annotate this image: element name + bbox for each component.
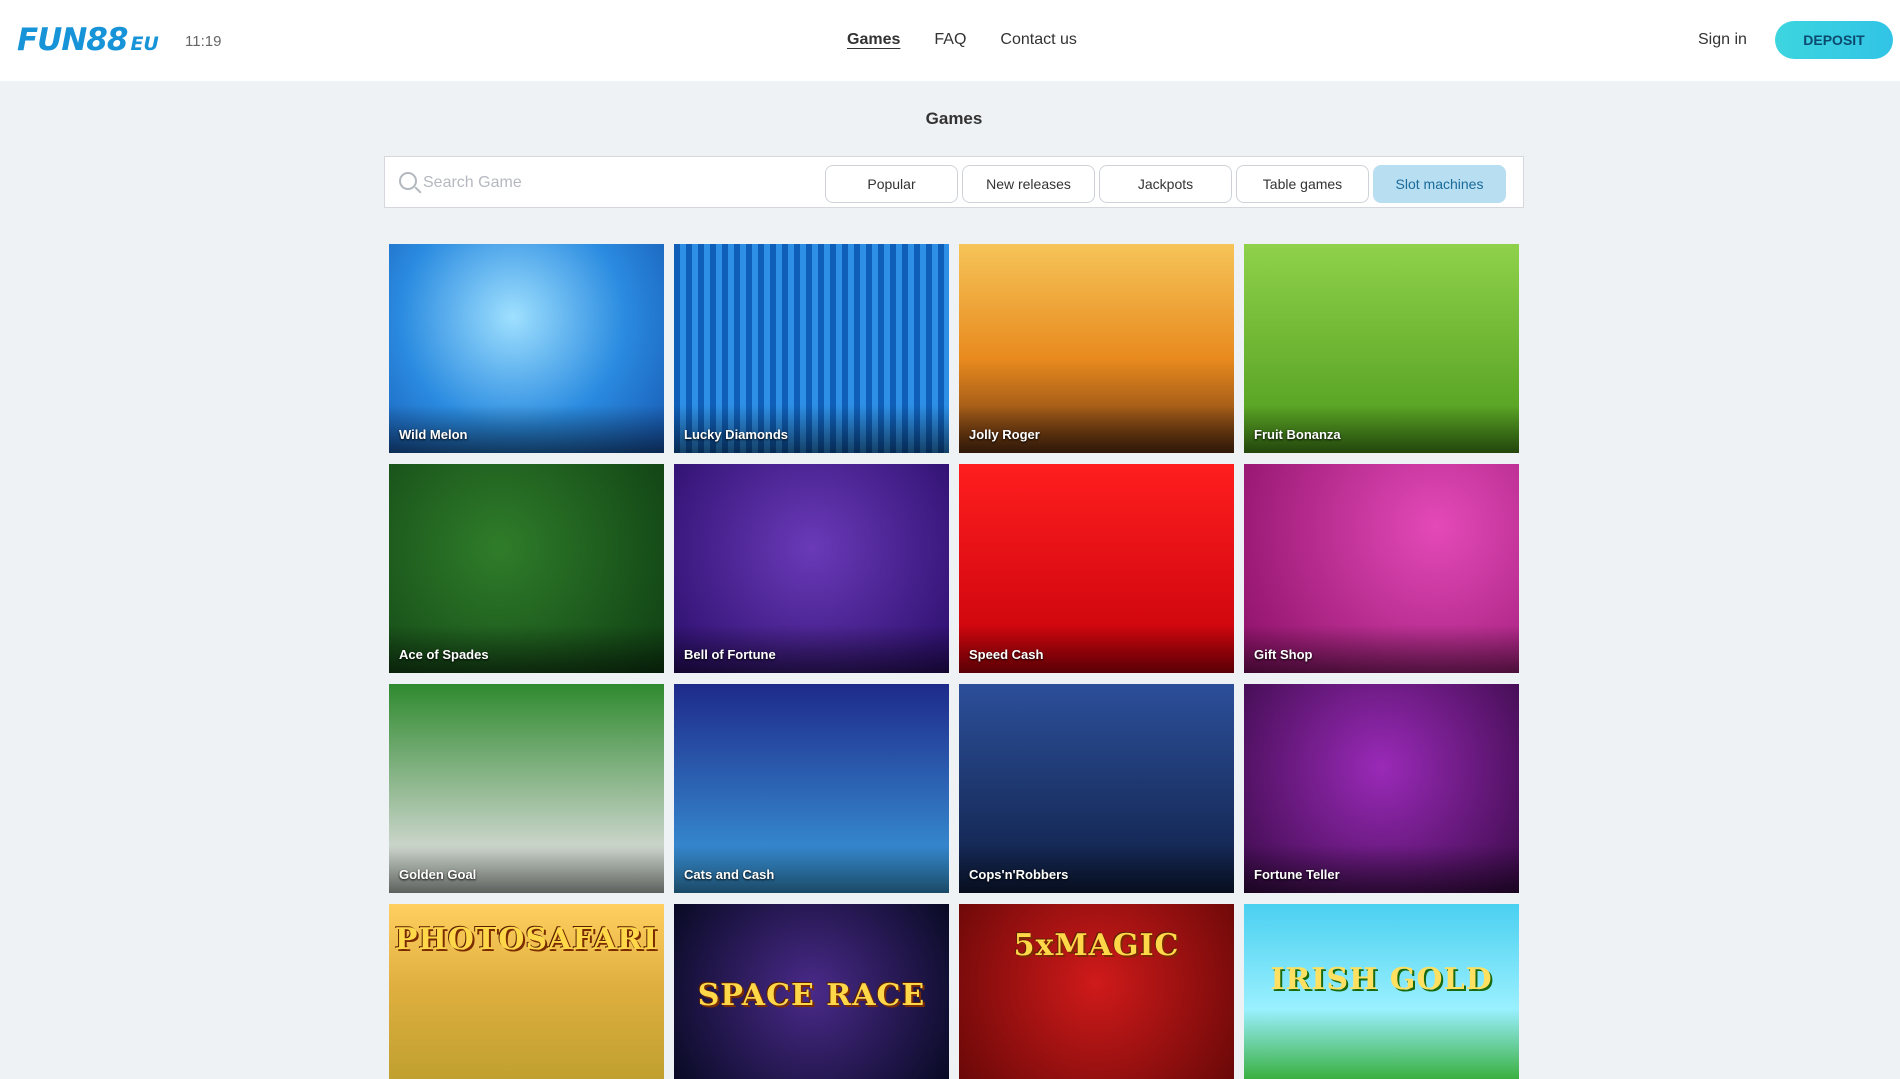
game-logo-text: SPACE RACE [697,978,926,1013]
game-name: Fortune Teller [1254,867,1340,882]
tab-table-games[interactable]: Table games [1236,165,1369,203]
game-name: Fruit Bonanza [1254,427,1341,442]
game-name: Cats and Cash [684,867,775,882]
game-name: Wild Melon [399,427,468,442]
logo-main-text: FUN88 [17,22,128,58]
search-input[interactable] [423,171,803,195]
game-tile-speed-cash[interactable]: Speed Cash [959,464,1234,673]
tab-popular[interactable]: Popular [825,165,958,203]
game-thumbnail: IRISH GOLD [1244,904,1519,1079]
game-tile-photo-safari[interactable]: PHOTOSAFARI [389,904,664,1079]
tab-new-releases[interactable]: New releases [962,165,1095,203]
game-name: Jolly Roger [969,427,1040,442]
clock: 11:19 [185,33,222,50]
game-tile-bell-of-fortune[interactable]: Bell of Fortune [674,464,949,673]
game-logo-text: 5xMAGIC [1013,928,1180,963]
game-name: Speed Cash [969,647,1044,662]
game-name: Golden Goal [399,867,477,882]
game-tile-golden-goal[interactable]: Golden Goal [389,684,664,893]
deposit-button[interactable]: DEPOSIT [1775,21,1893,59]
game-tile-lucky-diamonds[interactable]: Lucky Diamonds [674,244,949,453]
game-tile-gift-shop[interactable]: Gift Shop [1244,464,1519,673]
game-tile-fruit-bonanza[interactable]: Fruit Bonanza [1244,244,1519,453]
game-tile-ace-of-spades[interactable]: Ace of Spades [389,464,664,673]
game-tile-jolly-roger[interactable]: Jolly Roger [959,244,1234,453]
search-icon [399,172,417,190]
game-logo-text: PHOTOSAFARI [394,922,659,957]
tab-jackpots[interactable]: Jackpots [1099,165,1232,203]
game-thumbnail: SPACE RACE [674,904,949,1079]
game-filter-bar: Popular New releases Jackpots Table game… [384,156,1524,208]
nav-contact-us[interactable]: Contact us [1000,31,1076,49]
game-name: Bell of Fortune [684,647,776,662]
main-nav: Games FAQ Contact us [847,31,1077,49]
game-name: Lucky Diamonds [684,427,789,442]
game-name: Ace of Spades [399,647,489,662]
game-tile-irish-gold[interactable]: IRISH GOLD [1244,904,1519,1079]
sign-in-link[interactable]: Sign in [1698,31,1747,49]
tab-slot-machines[interactable]: Slot machines [1373,165,1506,203]
game-thumbnail: PHOTOSAFARI [389,904,664,1079]
game-tile-space-race[interactable]: SPACE RACE [674,904,949,1079]
top-header: FUN88 EU 11:19 Games FAQ Contact us Sign… [0,0,1900,81]
game-name: Gift Shop [1254,647,1313,662]
nav-games[interactable]: Games [847,31,900,49]
game-tile-cats-and-cash[interactable]: Cats and Cash [674,684,949,893]
game-logo-text: IRISH GOLD [1270,962,1493,997]
logo-suffix-text: EU [130,33,159,55]
game-tile-cops-n-robbers[interactable]: Cops'n'Robbers [959,684,1234,893]
game-tile-wild-melon[interactable]: Wild Melon [389,244,664,453]
fun88-logo[interactable]: FUN88 EU [17,22,159,58]
game-thumbnail: 5xMAGIC [959,904,1234,1079]
game-name: Cops'n'Robbers [969,867,1069,882]
game-tile-fortune-teller[interactable]: Fortune Teller [1244,684,1519,893]
game-tile-5x-magic[interactable]: 5xMAGIC [959,904,1234,1079]
nav-faq[interactable]: FAQ [934,31,966,49]
page-title: Games [925,109,983,128]
